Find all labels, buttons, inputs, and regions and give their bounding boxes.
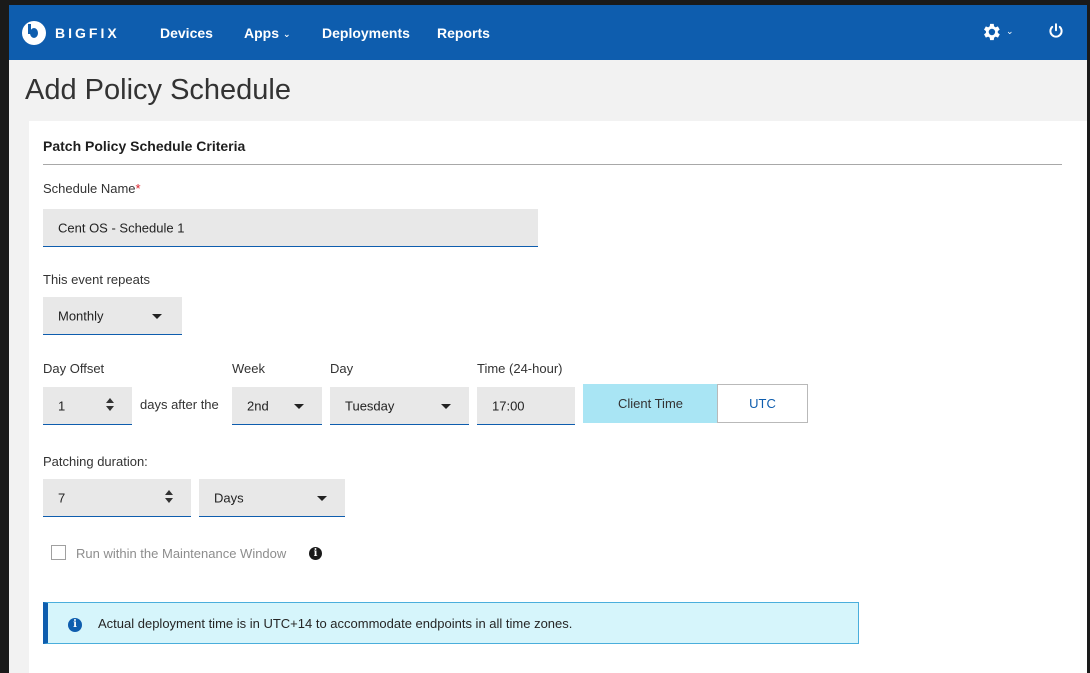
- app-window: BIGFIX Devices Apps ⌄ Deployments Reports…: [0, 0, 1090, 673]
- nav-apps-label: Apps: [244, 25, 279, 41]
- gear-icon[interactable]: [980, 21, 1002, 43]
- schedule-name-label: Schedule Name*: [43, 181, 141, 196]
- page-title: Add Policy Schedule: [25, 74, 291, 106]
- power-icon[interactable]: [1047, 22, 1065, 40]
- nav-reports[interactable]: Reports: [437, 25, 490, 41]
- section-title: Patch Policy Schedule Criteria: [43, 138, 246, 154]
- info-icon[interactable]: i: [309, 547, 322, 560]
- day-value: Tuesday: [345, 398, 395, 413]
- schedule-name-input[interactable]: Cent OS - Schedule 1: [43, 209, 538, 247]
- day-offset-label: Day Offset: [43, 361, 105, 376]
- nav-devices[interactable]: Devices: [160, 25, 213, 41]
- repeats-value: Monthly: [58, 308, 104, 323]
- required-marker: *: [135, 181, 141, 196]
- info-icon: i: [68, 618, 82, 632]
- increment-icon[interactable]: [106, 398, 114, 403]
- brand-name: BIGFIX: [55, 25, 120, 41]
- time-value: 17:00: [492, 398, 525, 413]
- repeats-label: This event repeats: [43, 272, 150, 287]
- schedule-name-value: Cent OS - Schedule 1: [58, 220, 185, 235]
- chevron-down-icon: [441, 404, 451, 409]
- day-dropdown[interactable]: Tuesday: [330, 387, 469, 425]
- section-divider: [43, 164, 1062, 165]
- maintenance-window-label: Run within the Maintenance Window: [76, 546, 287, 561]
- chevron-down-icon: [294, 404, 304, 409]
- settings-chevron-down-icon[interactable]: ⌄: [1006, 26, 1014, 37]
- duration-stepper[interactable]: 7: [43, 479, 191, 517]
- schedule-form-card: Patch Policy Schedule Criteria Schedule …: [29, 121, 1087, 673]
- duration-label: Patching duration:: [43, 454, 148, 469]
- duration-value: 7: [58, 490, 66, 505]
- nav-apps[interactable]: Apps ⌄: [244, 25, 291, 41]
- duration-unit-dropdown[interactable]: Days: [199, 479, 345, 517]
- repeats-dropdown[interactable]: Monthly: [43, 297, 182, 335]
- chevron-down-icon: ⌄: [283, 29, 291, 39]
- utc-toggle[interactable]: UTC: [717, 384, 808, 423]
- duration-unit-value: Days: [214, 490, 244, 505]
- week-value: 2nd: [247, 398, 269, 413]
- day-offset-suffix: days after the: [140, 397, 219, 412]
- week-dropdown[interactable]: 2nd: [232, 387, 322, 425]
- day-offset-value: 1: [58, 398, 66, 413]
- day-label: Day: [330, 361, 354, 376]
- stepper-arrows[interactable]: [106, 398, 116, 411]
- nav-deployments[interactable]: Deployments: [322, 25, 410, 41]
- chevron-down-icon: [152, 314, 162, 319]
- time-input[interactable]: 17:00: [477, 387, 575, 425]
- chevron-down-icon: [317, 496, 327, 501]
- week-label: Week: [232, 361, 265, 376]
- bigfix-logo[interactable]: BIGFIX: [22, 21, 120, 45]
- info-notification: i Actual deployment time is in UTC+14 to…: [43, 602, 859, 644]
- top-navbar: BIGFIX Devices Apps ⌄ Deployments Reports…: [9, 5, 1087, 60]
- maintenance-window-checkbox[interactable]: [51, 545, 66, 560]
- schedule-name-label-text: Schedule Name: [43, 181, 136, 196]
- notification-text: Actual deployment time is in UTC+14 to a…: [98, 616, 573, 631]
- bigfix-logo-icon: [22, 21, 46, 45]
- decrement-icon[interactable]: [106, 406, 114, 411]
- increment-icon[interactable]: [165, 490, 173, 495]
- day-offset-stepper[interactable]: 1: [43, 387, 132, 425]
- stepper-arrows[interactable]: [165, 490, 175, 503]
- time-label: Time (24-hour): [477, 361, 563, 376]
- client-time-toggle[interactable]: Client Time: [583, 384, 718, 423]
- decrement-icon[interactable]: [165, 498, 173, 503]
